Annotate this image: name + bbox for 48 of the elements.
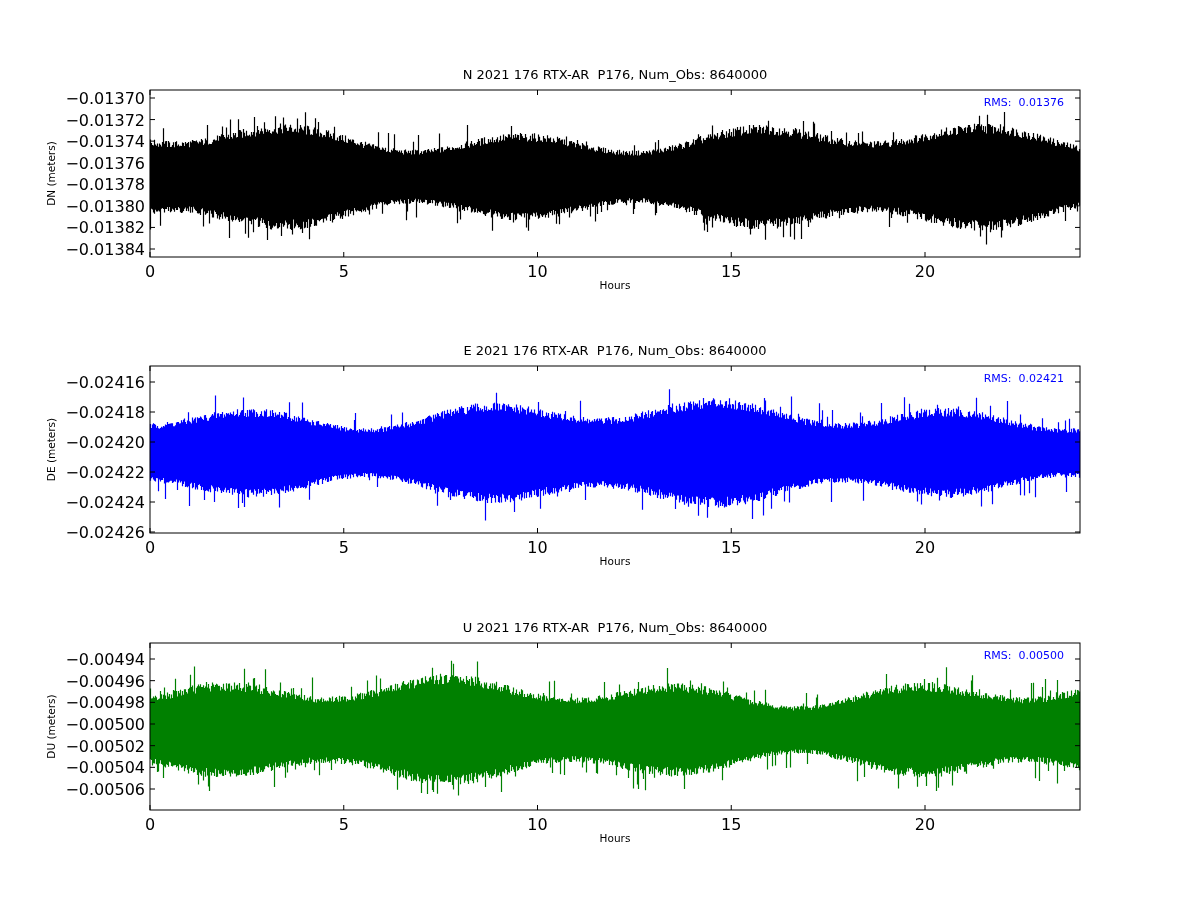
axis-label: Hours <box>599 279 631 291</box>
rms-label: RMS: 0.00500 <box>983 649 1064 662</box>
tick-label: 15 <box>721 815 742 834</box>
tick-label: −0.00506 <box>65 780 145 799</box>
tick-label: −0.02426 <box>65 523 145 542</box>
tick-label: −0.02416 <box>65 373 145 392</box>
tick-label: 10 <box>527 815 548 834</box>
tick-label: −0.00498 <box>65 693 145 713</box>
chart-title: U 2021 176 RTX-AR P176, Num_Obs: 8640000 <box>462 620 768 635</box>
tick-label: 20 <box>914 262 936 281</box>
tick-label: −0.01374 <box>65 132 145 152</box>
tick-label: −0.00496 <box>65 671 145 691</box>
axis-label: Hours <box>599 832 631 844</box>
tick-label: −0.01376 <box>65 153 145 173</box>
tick-label: 0 <box>144 262 156 281</box>
rms-label: RMS: 0.01376 <box>983 96 1064 109</box>
tick-label: −0.00502 <box>65 736 145 756</box>
tick-label: 10 <box>527 538 548 557</box>
chart-title: E 2021 176 RTX-AR P176, Num_Obs: 8640000 <box>463 343 767 358</box>
tick-label: −0.01370 <box>65 89 145 108</box>
tick-label: 5 <box>338 815 349 834</box>
tick-label: −0.00500 <box>65 715 145 734</box>
axis-label: Hours <box>599 555 631 567</box>
tick-label: 15 <box>721 262 742 281</box>
tick-label: 0 <box>144 815 156 834</box>
tick-label: 0 <box>144 538 156 557</box>
tick-label: −0.00504 <box>65 758 145 778</box>
tick-label: 5 <box>338 538 349 557</box>
tick-label: −0.02422 <box>65 463 145 482</box>
tick-label: −0.01382 <box>65 218 145 238</box>
tick-label: −0.02424 <box>65 493 145 512</box>
tick-label: −0.00494 <box>65 650 145 669</box>
rms-label: RMS: 0.02421 <box>983 372 1064 385</box>
tick-label: −0.01378 <box>65 175 145 195</box>
tick-label: −0.02420 <box>65 433 145 452</box>
chart-title: N 2021 176 RTX-AR P176, Num_Obs: 8640000 <box>462 67 768 82</box>
tick-label: −0.01380 <box>65 196 145 216</box>
tick-label: 20 <box>914 538 936 557</box>
tick-label: −0.01384 <box>65 240 145 259</box>
axis-label: DN (meters) <box>45 141 57 206</box>
tick-label: 5 <box>338 262 349 281</box>
tick-label: 15 <box>721 538 742 557</box>
axis-label: DE (meters) <box>45 417 57 482</box>
axis-label: DU (meters) <box>45 694 57 759</box>
tick-label: −0.02418 <box>65 403 145 422</box>
tick-label: −0.01372 <box>65 110 145 130</box>
tick-label: 10 <box>527 262 548 281</box>
tick-label: 20 <box>914 815 936 834</box>
